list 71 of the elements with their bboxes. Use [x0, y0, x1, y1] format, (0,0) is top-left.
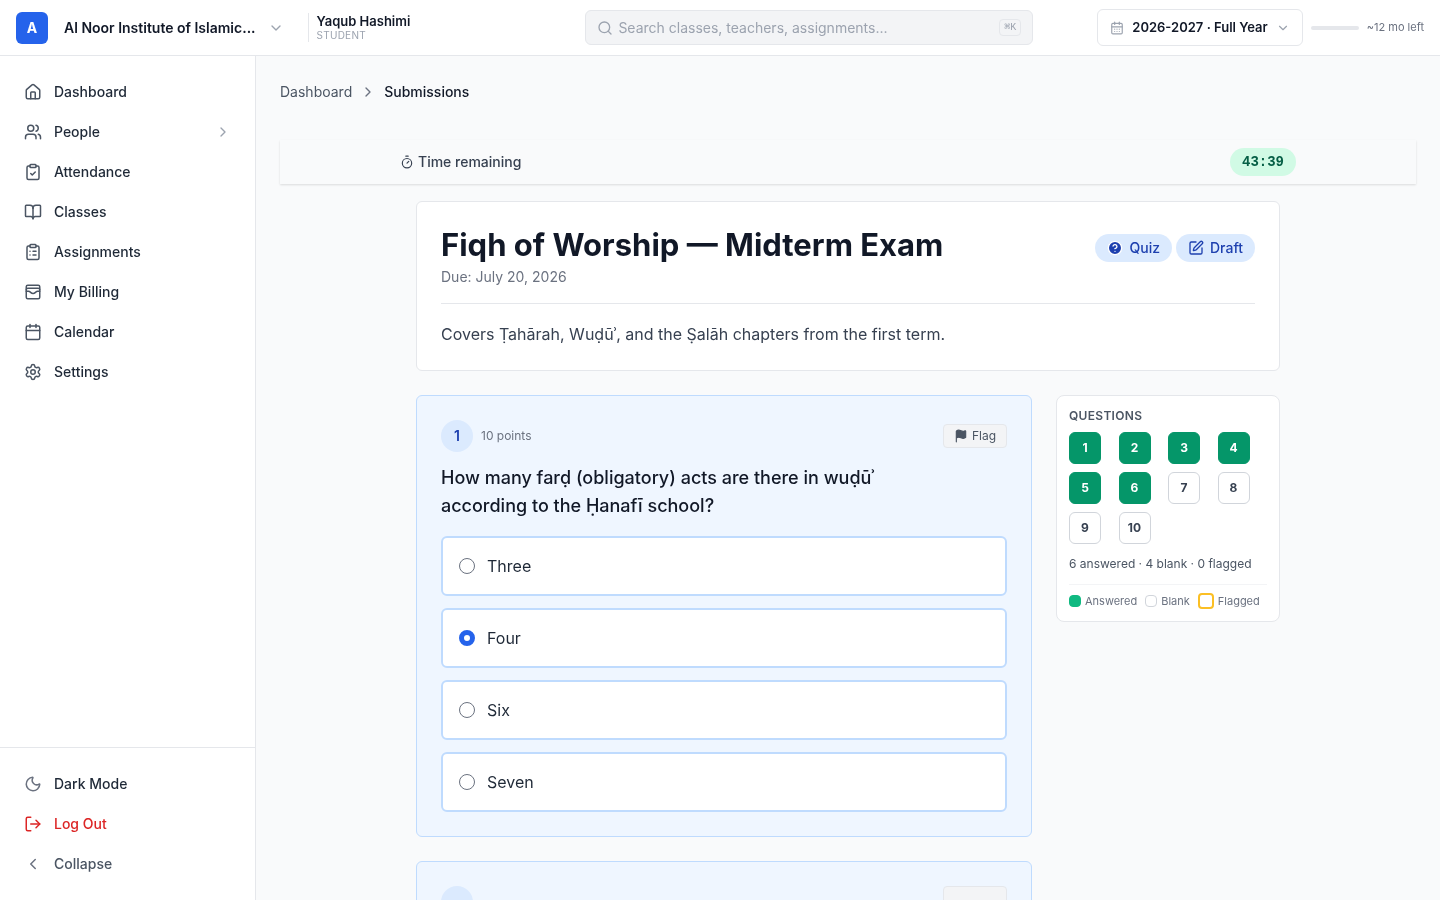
search-icon: [597, 20, 614, 36]
book-icon: [24, 203, 42, 221]
term-progress-track: [1310, 25, 1359, 30]
shortcut-hint: ⌘K: [999, 19, 1022, 36]
sidebar-item[interactable]: Dashboard: [16, 72, 239, 112]
term-selector[interactable]: 2026-2027 · Full Year: [1097, 9, 1303, 46]
moon-icon: [24, 775, 42, 793]
question-number: 1: [441, 419, 473, 452]
term-remaining: ~12 mo left: [1366, 19, 1424, 36]
sidebar-item[interactable]: My Billing: [16, 272, 239, 312]
question-jump-button[interactable]: 4: [1217, 431, 1250, 464]
home-icon: [24, 83, 42, 101]
org-switcher[interactable]: Al Noor Institute of Islamic...: [64, 17, 284, 38]
logout-icon: [24, 815, 42, 833]
radio-button[interactable]: [459, 629, 475, 646]
exam-title: Fiqh of Worship — Midterm Exam: [441, 226, 945, 265]
sidebar-action[interactable]: Log Out: [16, 804, 239, 844]
breadcrumb-link[interactable]: Dashboard: [280, 82, 353, 102]
sidebar-item[interactable]: Settings: [16, 352, 239, 392]
question-points: 10 points: [481, 427, 532, 444]
question-jump-button[interactable]: 10: [1118, 511, 1151, 544]
question-jump-button[interactable]: 8: [1217, 471, 1250, 504]
answer-summary: 6 answered · 4 blank · 0 flagged: [1069, 555, 1253, 572]
timer-label: Time remaining: [418, 152, 522, 172]
sidebar-item[interactable]: Assignments: [16, 232, 239, 272]
org-logo: A: [16, 11, 48, 44]
flag-button[interactable]: Flag: [942, 423, 1007, 448]
legend-label: Answered: [1085, 592, 1138, 610]
answer-option[interactable]: Six: [441, 679, 1007, 740]
question-jump-button[interactable]: 5: [1069, 471, 1101, 504]
settings-icon: [24, 363, 42, 381]
type-badge: Quiz: [1095, 234, 1172, 262]
question-text: How many farḍ (obligatory) acts are there in wuḍūʾ according to the Ḥanafī school?: [441, 465, 876, 518]
question-jump-button[interactable]: 1: [1069, 431, 1101, 464]
clipboard-icon: [24, 243, 42, 261]
legend-swatch: [1069, 595, 1081, 607]
calendar-icon: [1110, 20, 1125, 35]
answer-option[interactable]: Seven: [441, 751, 1007, 812]
legend-swatch: [1145, 595, 1158, 607]
people-icon: [24, 123, 42, 141]
question-jump-button[interactable]: 6: [1118, 471, 1151, 504]
due-date: Due: July 20, 2026: [441, 266, 568, 287]
exam-description: Covers Ṭahārah, Wuḍūʾ, and the Ṣalāh chapters from the first term.: [441, 322, 947, 346]
stopwatch-icon: [400, 155, 414, 169]
answer-option[interactable]: Four: [441, 607, 1007, 668]
navigator-title: QUESTIONS: [1069, 407, 1144, 424]
question-jump-button[interactable]: 3: [1168, 431, 1200, 464]
sidebar-item[interactable]: People: [16, 112, 239, 152]
status-badge: Draft: [1176, 234, 1255, 262]
flag-icon: [953, 428, 968, 443]
question-jump-button[interactable]: 2: [1118, 431, 1151, 464]
question-jump-button[interactable]: 9: [1069, 511, 1101, 544]
clipboard-check-icon: [24, 163, 42, 181]
sidebar-action[interactable]: Dark Mode: [16, 764, 239, 804]
answer-option[interactable]: Three: [441, 535, 1007, 596]
edit-icon: [1188, 240, 1204, 256]
question-icon: [1107, 240, 1124, 256]
sidebar-action[interactable]: Collapse: [16, 844, 239, 884]
question-jump-button[interactable]: 7: [1168, 471, 1200, 504]
calendar-icon: [24, 323, 42, 341]
breadcrumb-link[interactable]: Submissions: [384, 82, 470, 102]
sidebar-item[interactable]: Classes: [16, 192, 239, 232]
legend-label: Flagged: [1217, 592, 1260, 610]
user-role: STUDENT: [316, 29, 367, 42]
legend-label: Blank: [1161, 592, 1190, 610]
sidebar-item[interactable]: Calendar: [16, 312, 239, 352]
user-name: Yaqub Hashimi: [316, 13, 411, 30]
timer-value: 43:39: [1230, 148, 1296, 176]
legend-swatch: [1197, 593, 1214, 609]
sidebar-item[interactable]: Attendance: [16, 152, 239, 192]
wallet-icon: [24, 283, 42, 301]
